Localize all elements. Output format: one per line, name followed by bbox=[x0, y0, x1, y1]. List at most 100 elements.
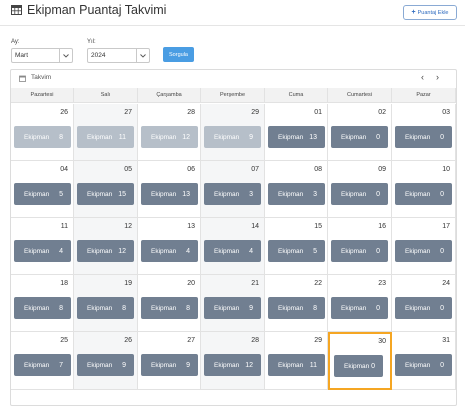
badge-count: 0 bbox=[440, 190, 444, 198]
add-timesheet-button[interactable]: + Puantaj Ekle bbox=[403, 5, 457, 20]
query-button[interactable]: Sorgula bbox=[163, 47, 194, 62]
calendar-day-cell-selected[interactable]: 30 Ekipman 0 bbox=[328, 332, 392, 390]
calendar-day-cell[interactable]: 27 Ekipman 9 bbox=[138, 332, 201, 390]
calendar-day-cell[interactable]: 13 Ekipman 4 bbox=[138, 218, 201, 275]
calendar-day-cell[interactable]: 12 Ekipman 12 bbox=[74, 218, 138, 275]
equipment-count-badge[interactable]: Ekipman 13 bbox=[141, 183, 198, 205]
calendar-day-cell[interactable]: 29 Ekipman 11 bbox=[265, 332, 328, 390]
day-header-monday: Pazartesi bbox=[11, 88, 74, 103]
calendar-day-cell[interactable]: 29 Ekipman 9 bbox=[201, 104, 265, 161]
day-number: 26 bbox=[124, 337, 132, 344]
badge-count: 0 bbox=[376, 190, 380, 198]
equipment-count-badge[interactable]: Ekipman 4 bbox=[141, 240, 198, 262]
badge-count: 12 bbox=[245, 361, 253, 369]
equipment-count-badge[interactable]: Ekipman 0 bbox=[331, 240, 388, 262]
badge-label: Ekipman bbox=[278, 133, 304, 141]
equipment-count-badge[interactable]: Ekipman 12 bbox=[141, 126, 198, 148]
badge-label: Ekipman bbox=[405, 304, 431, 312]
calendar-day-cell[interactable]: 19 Ekipman 8 bbox=[74, 275, 138, 332]
month-select[interactable]: Mart bbox=[11, 48, 73, 63]
equipment-count-badge[interactable]: Ekipman 0 bbox=[395, 126, 452, 148]
equipment-count-badge[interactable]: Ekipman 8 bbox=[77, 297, 134, 319]
calendar-day-cell[interactable]: 08 Ekipman 3 bbox=[265, 161, 328, 218]
equipment-count-badge[interactable]: Ekipman 5 bbox=[14, 183, 71, 205]
equipment-count-badge[interactable]: Ekipman 8 bbox=[14, 126, 71, 148]
equipment-count-badge[interactable]: Ekipman 0 bbox=[395, 240, 452, 262]
calendar-day-cell[interactable]: 22 Ekipman 8 bbox=[265, 275, 328, 332]
equipment-count-badge[interactable]: Ekipman 9 bbox=[77, 354, 134, 376]
day-number: 12 bbox=[124, 223, 132, 230]
equipment-count-badge[interactable]: Ekipman 9 bbox=[141, 354, 198, 376]
calendar-day-cell[interactable]: 17 Ekipman 0 bbox=[392, 218, 456, 275]
calendar-day-cell[interactable]: 28 Ekipman 12 bbox=[138, 104, 201, 161]
calendar-day-cell[interactable]: 04 Ekipman 5 bbox=[11, 161, 74, 218]
equipment-count-badge[interactable]: Ekipman 11 bbox=[77, 126, 134, 148]
equipment-count-badge[interactable]: Ekipman 0 bbox=[331, 183, 388, 205]
equipment-count-badge[interactable]: Ekipman 3 bbox=[268, 183, 325, 205]
equipment-count-badge[interactable]: Ekipman 8 bbox=[268, 297, 325, 319]
calendar-day-cell[interactable]: 02 Ekipman 0 bbox=[328, 104, 392, 161]
calendar-day-cell[interactable]: 03 Ekipman 0 bbox=[392, 104, 456, 161]
calendar-day-cell[interactable]: 27 Ekipman 11 bbox=[74, 104, 138, 161]
badge-label: Ekipman bbox=[341, 304, 367, 312]
calendar-day-cell[interactable]: 24 Ekipman 0 bbox=[392, 275, 456, 332]
equipment-count-badge[interactable]: Ekipman 11 bbox=[268, 354, 325, 376]
day-number: 28 bbox=[251, 337, 259, 344]
equipment-count-badge[interactable]: Ekipman 0 bbox=[395, 183, 452, 205]
year-select[interactable]: 2024 bbox=[87, 48, 150, 63]
calendar-day-cell[interactable]: 26 Ekipman 9 bbox=[74, 332, 138, 390]
equipment-count-badge[interactable]: Ekipman 8 bbox=[14, 297, 71, 319]
calendar-day-cell[interactable]: 10 Ekipman 0 bbox=[392, 161, 456, 218]
day-number: 19 bbox=[124, 280, 132, 287]
equipment-count-badge[interactable]: Ekipman 9 bbox=[204, 297, 261, 319]
badge-label: Ekipman bbox=[278, 361, 304, 369]
equipment-count-badge[interactable]: Ekipman 0 bbox=[334, 355, 383, 377]
equipment-count-badge[interactable]: Ekipman 0 bbox=[331, 126, 388, 148]
calendar-day-cell[interactable]: 31 Ekipman 0 bbox=[392, 332, 456, 390]
next-month-icon[interactable]: › bbox=[436, 72, 439, 82]
calendar-day-cell[interactable]: 26 Ekipman 8 bbox=[11, 104, 74, 161]
badge-label: Ekipman bbox=[214, 304, 240, 312]
prev-month-icon[interactable]: ‹ bbox=[421, 72, 424, 82]
year-label: Yıl: bbox=[87, 39, 96, 45]
equipment-count-badge[interactable]: Ekipman 15 bbox=[77, 183, 134, 205]
calendar-day-cell[interactable]: 16 Ekipman 0 bbox=[328, 218, 392, 275]
day-header-sunday: Pazar bbox=[392, 88, 456, 103]
equipment-count-badge[interactable]: Ekipman 12 bbox=[77, 240, 134, 262]
calendar-day-cell[interactable]: 23 Ekipman 0 bbox=[328, 275, 392, 332]
equipment-count-badge[interactable]: Ekipman 5 bbox=[268, 240, 325, 262]
equipment-count-badge[interactable]: Ekipman 0 bbox=[331, 297, 388, 319]
calendar-day-cell[interactable]: 18 Ekipman 8 bbox=[11, 275, 74, 332]
badge-label: Ekipman bbox=[214, 361, 240, 369]
calendar-day-cell[interactable]: 01 Ekipman 13 bbox=[265, 104, 328, 161]
equipment-count-badge[interactable]: Ekipman 9 bbox=[204, 126, 261, 148]
equipment-count-badge[interactable]: Ekipman 0 bbox=[395, 354, 452, 376]
calendar-day-cell[interactable]: 25 Ekipman 7 bbox=[11, 332, 74, 390]
calendar-day-cell[interactable]: 05 Ekipman 15 bbox=[74, 161, 138, 218]
calendar-day-cell[interactable]: 11 Ekipman 4 bbox=[11, 218, 74, 275]
calendar-day-cell[interactable]: 20 Ekipman 8 bbox=[138, 275, 201, 332]
equipment-count-badge[interactable]: Ekipman 3 bbox=[204, 183, 261, 205]
calendar-day-cell[interactable]: 14 Ekipman 4 bbox=[201, 218, 265, 275]
calendar-day-cell[interactable]: 06 Ekipman 13 bbox=[138, 161, 201, 218]
badge-count: 11 bbox=[118, 133, 126, 141]
equipment-count-badge[interactable]: Ekipman 4 bbox=[14, 240, 71, 262]
badge-label: Ekipman bbox=[405, 133, 431, 141]
badge-label: Ekipman bbox=[24, 247, 50, 255]
calendar-day-cell[interactable]: 09 Ekipman 0 bbox=[328, 161, 392, 218]
equipment-count-badge[interactable]: Ekipman 0 bbox=[395, 297, 452, 319]
badge-label: Ekipman bbox=[278, 190, 304, 198]
table-icon bbox=[11, 5, 22, 15]
equipment-count-badge[interactable]: Ekipman 12 bbox=[204, 354, 261, 376]
badge-count: 4 bbox=[59, 247, 63, 255]
calendar-day-cell[interactable]: 21 Ekipman 9 bbox=[201, 275, 265, 332]
day-number: 31 bbox=[442, 337, 450, 344]
equipment-count-badge[interactable]: Ekipman 7 bbox=[14, 354, 71, 376]
equipment-count-badge[interactable]: Ekipman 8 bbox=[141, 297, 198, 319]
calendar-day-cell[interactable]: 28 Ekipman 12 bbox=[201, 332, 265, 390]
equipment-count-badge[interactable]: Ekipman 13 bbox=[268, 126, 325, 148]
equipment-count-badge[interactable]: Ekipman 4 bbox=[204, 240, 261, 262]
calendar-icon bbox=[19, 75, 26, 82]
calendar-day-cell[interactable]: 15 Ekipman 5 bbox=[265, 218, 328, 275]
calendar-day-cell[interactable]: 07 Ekipman 3 bbox=[201, 161, 265, 218]
